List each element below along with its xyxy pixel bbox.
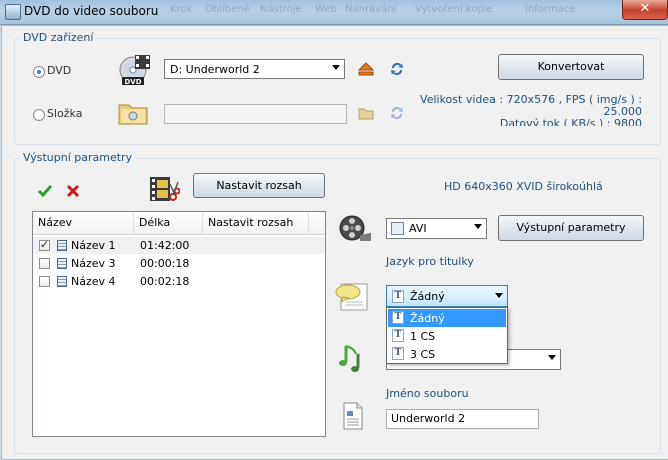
row-length: 00:02:18	[140, 275, 190, 288]
dvd-group-legend: DVD zařízení	[20, 31, 97, 44]
table-row[interactable]: Název 1 01:42:00	[33, 237, 325, 254]
subtitle-option[interactable]: T 3 CS	[388, 345, 506, 363]
subtitles-label: Jazyk pro titulky	[386, 255, 474, 268]
text-subtitle-icon: T	[392, 290, 404, 303]
text-subtitle-icon: T	[392, 311, 404, 324]
datarate-info: Datový tok ( KB/s ) : 9800	[499, 117, 642, 126]
output-group-legend: Výstupní parametry	[20, 151, 136, 164]
app-icon	[5, 4, 21, 20]
title-icon	[57, 240, 67, 251]
background-text: Vytvoření kopie	[415, 4, 493, 15]
uncheck-all-icon[interactable]	[65, 183, 81, 199]
background-text: Web	[315, 4, 337, 15]
check-all-icon[interactable]	[37, 183, 53, 199]
folder-icon	[117, 99, 149, 127]
filename-input-value: Underworld 2	[391, 412, 466, 425]
avi-format-icon	[391, 222, 404, 235]
svg-text:DVD: DVD	[124, 78, 141, 86]
subtitle-option-label: 1 CS	[410, 330, 436, 343]
radio-dvd-label[interactable]: DVD	[47, 64, 71, 77]
text-subtitle-icon: T	[392, 347, 404, 360]
close-button[interactable]: ✕	[622, 0, 668, 20]
subtitles-icon	[333, 280, 369, 312]
column-header-name[interactable]: Název	[33, 212, 134, 234]
format-select[interactable]: AVI	[386, 218, 487, 239]
column-header-range[interactable]: Nastavit rozsah	[203, 212, 309, 234]
row-name: Název 1	[71, 239, 116, 252]
background-text: Krok	[170, 4, 193, 15]
subtitle-option-label: Žádný	[410, 312, 445, 325]
subtitle-select-value: Žádný	[410, 290, 445, 303]
text-subtitle-icon: T	[392, 329, 404, 342]
table-row[interactable]: Název 3 00:00:18	[33, 255, 325, 272]
row-checkbox[interactable]	[39, 238, 50, 251]
chevron-down-icon	[548, 355, 556, 360]
radio-folder[interactable]	[33, 109, 45, 121]
folder-path-input[interactable]	[164, 104, 347, 124]
row-length: 01:42:00	[140, 239, 190, 252]
drive-select-value: D: Underworld 2	[170, 63, 260, 76]
title-icon	[57, 258, 67, 269]
refresh-folder-icon[interactable]	[389, 105, 405, 121]
drive-select[interactable]: D: Underworld 2	[164, 59, 345, 79]
eject-icon[interactable]	[357, 61, 375, 77]
background-text: Nástroje	[260, 4, 302, 15]
background-text: Oblíbené	[205, 4, 250, 15]
radio-folder-label[interactable]: Složka	[47, 107, 82, 120]
title-icon	[57, 276, 67, 287]
chevron-down-icon	[495, 293, 503, 298]
filename-label: Jméno souboru	[386, 387, 469, 400]
output-params-button[interactable]: Výstupní parametry	[498, 215, 644, 241]
subtitle-dropdown: T Žádný T 1 CS T 3 CS	[386, 307, 508, 364]
dvd-disc-icon: DVD	[117, 53, 151, 87]
subtitle-option-label: 3 CS	[410, 348, 436, 361]
subtitle-option[interactable]: T 1 CS	[388, 327, 506, 345]
datarate-clip: Datový tok ( KB/s ) : 9800	[420, 117, 642, 126]
format-select-value: AVI	[409, 222, 427, 235]
row-checkbox[interactable]	[39, 276, 50, 287]
chevron-down-icon	[474, 224, 482, 229]
column-header-length[interactable]: Délka	[134, 212, 203, 234]
row-name: Název 3	[71, 257, 116, 270]
subtitle-select[interactable]: T Žádný	[386, 285, 508, 307]
open-folder-icon[interactable]	[358, 106, 374, 120]
subtitle-option[interactable]: T Žádný	[388, 309, 506, 327]
film-cut-icon	[148, 174, 181, 204]
background-text: Informace	[525, 4, 576, 15]
row-length: 00:00:18	[140, 257, 190, 270]
radio-dvd[interactable]	[33, 66, 45, 78]
set-range-button[interactable]: Nastavit rozsah	[193, 173, 325, 198]
film-reel-icon	[338, 211, 372, 245]
profile-label: HD 640x360 XVID širokoúhlá	[444, 180, 603, 193]
chevron-down-icon	[332, 65, 340, 70]
row-name: Název 4	[71, 275, 116, 288]
filename-input[interactable]: Underworld 2	[386, 409, 539, 429]
row-checkbox[interactable]	[39, 258, 50, 269]
table-row[interactable]: Název 4 00:02:18	[33, 273, 325, 290]
audio-notes-icon	[336, 342, 368, 374]
document-icon	[341, 402, 365, 430]
convert-button[interactable]: Konvertovat	[498, 54, 644, 80]
titles-list[interactable]: Název Délka Nastavit rozsah Název 1 01:4…	[32, 211, 326, 437]
titles-list-header: Název Délka Nastavit rozsah	[33, 212, 325, 235]
refresh-icon[interactable]	[389, 61, 405, 77]
background-text: Nahrávání	[345, 4, 397, 15]
window-title: DVD do video souboru	[24, 4, 159, 18]
